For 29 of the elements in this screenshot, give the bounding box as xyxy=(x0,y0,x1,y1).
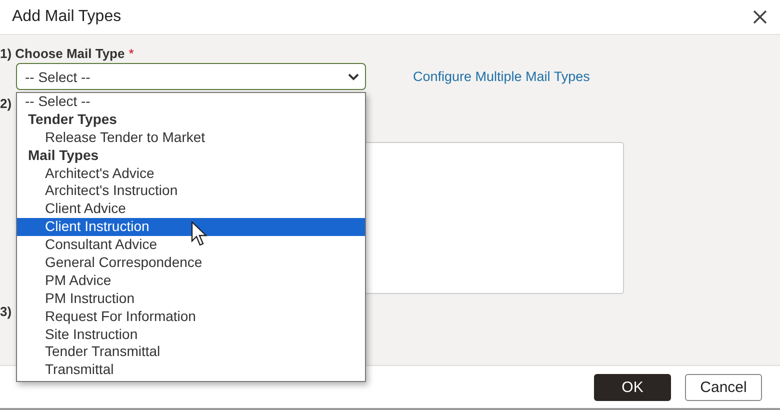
ok-button[interactable]: OK xyxy=(594,374,671,400)
required-mark: * xyxy=(128,46,134,61)
dropdown-option[interactable]: PM Advice xyxy=(17,272,365,290)
dropdown-option[interactable]: Client Instruction xyxy=(17,218,365,236)
close-button[interactable] xyxy=(752,9,768,25)
dropdown-option[interactable]: PM Instruction xyxy=(17,290,365,308)
close-icon xyxy=(752,9,768,25)
option-group-label: Tender Types xyxy=(27,110,118,129)
chevron-down-icon xyxy=(348,72,359,80)
mouse-pointer-icon xyxy=(191,221,208,247)
step-label: 2) xyxy=(0,96,12,112)
dropdown-option[interactable]: Architect's Advice xyxy=(17,164,365,182)
dropdown-option[interactable]: Request For Information xyxy=(17,308,365,326)
dialog-title: Add Mail Types xyxy=(12,8,122,26)
dropdown-option[interactable]: Architect's Instruction xyxy=(17,182,365,200)
configure-link[interactable]: Configure Multiple Mail Types xyxy=(413,69,590,84)
option-group-label: Mail Types xyxy=(27,146,100,165)
field-label: 1) Choose Mail Type * xyxy=(0,46,135,62)
step-label: 3) xyxy=(0,304,12,320)
mail-type-select[interactable]: -- Select -- xyxy=(16,63,366,90)
dropdown-option[interactable]: Client Advice xyxy=(17,200,365,218)
dropdown-option[interactable]: Release Tender to Market xyxy=(17,128,365,147)
dropdown-option[interactable]: Consultant Advice xyxy=(17,236,365,254)
dropdown-option[interactable]: General Correspondence xyxy=(17,254,365,272)
dropdown-option[interactable]: Tender Transmittal xyxy=(17,343,365,362)
cancel-button[interactable]: Cancel xyxy=(685,374,762,400)
dropdown-option[interactable]: Site Instruction xyxy=(17,326,365,344)
dropdown-option[interactable]: Transmittal xyxy=(17,361,365,380)
dropdown-option[interactable]: -- Select -- xyxy=(17,93,365,111)
